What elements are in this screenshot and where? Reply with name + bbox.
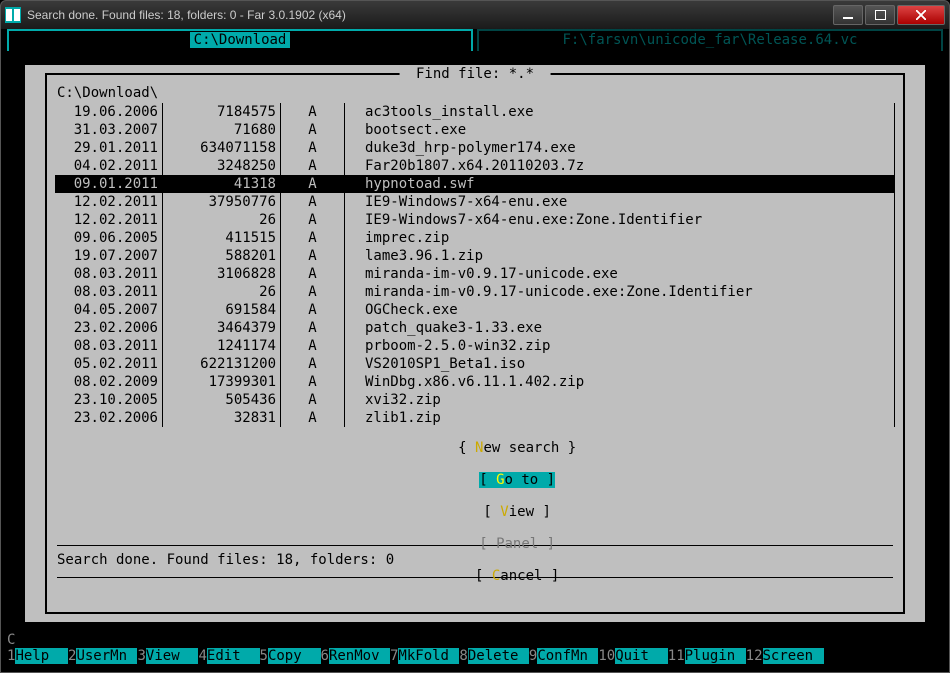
result-row[interactable]: 19.06.20067184575Aac3tools_install.exe (55, 103, 895, 121)
result-row[interactable]: 05.02.2011622131200AVS2010SP1_Beta1.iso (55, 355, 895, 373)
fkey-6[interactable]: 6RenMov (321, 648, 390, 666)
fkey-1[interactable]: 1Help (7, 648, 68, 666)
result-row[interactable]: 31.03.200771680Abootsect.exe (55, 121, 895, 139)
result-row[interactable]: 09.01.201141318Ahypnotoad.swf (55, 175, 895, 193)
result-row[interactable]: 08.02.200917399301AWinDbg.x86.v6.11.1.40… (55, 373, 895, 391)
fkey-8[interactable]: 8Delete (459, 648, 528, 666)
result-row[interactable]: 04.02.20113248250AFar20b1807.x64.2011020… (55, 157, 895, 175)
function-key-bar[interactable]: 1Help 2UserMn 3View 4Edit 5Copy 6RenMov … (7, 648, 943, 666)
new-search-button[interactable]: { New search } (458, 440, 576, 456)
result-row[interactable]: 12.02.201137950776AIE9-Windows7-x64-enu.… (55, 193, 895, 211)
titlebar[interactable]: Search done. Found files: 18, folders: 0… (1, 1, 949, 29)
minimize-button[interactable] (833, 5, 863, 25)
find-file-dialog: Find file: *.* C:\Download\ 19.06.200671… (25, 65, 925, 622)
fkey-4[interactable]: 4Edit (198, 648, 259, 666)
result-row[interactable]: 09.06.2005411515Aimprec.zip (55, 229, 895, 247)
results-list[interactable]: 19.06.20067184575Aac3tools_install.exe31… (55, 103, 895, 427)
fkey-5[interactable]: 5Copy (260, 648, 321, 666)
result-row[interactable]: 23.02.20063464379Apatch_quake3-1.33.exe (55, 319, 895, 337)
close-button[interactable] (897, 5, 945, 25)
window-controls (833, 5, 945, 25)
app-icon (5, 7, 21, 23)
fkey-2[interactable]: 2UserMn (68, 648, 137, 666)
fkey-12[interactable]: 12Screen (746, 648, 824, 666)
result-row[interactable]: 23.10.2005505436Axvi32.zip (55, 391, 895, 409)
maximize-button[interactable] (865, 5, 895, 25)
result-row[interactable]: 08.03.20113106828Amiranda-im-v0.9.17-uni… (55, 265, 895, 283)
right-panel-path[interactable]: F:\farsvn\unicode_far\Release.64.vc (477, 29, 943, 51)
search-path: C:\Download\ (57, 85, 158, 101)
left-panel-path[interactable]: C:\Download (7, 29, 473, 51)
fkey-11[interactable]: 11Plugin (668, 648, 746, 666)
fkey-10[interactable]: 10Quit (598, 648, 667, 666)
goto-button[interactable]: [ Go to ] (479, 472, 555, 488)
result-row[interactable]: 19.07.2007588201Alame3.96.1.zip (55, 247, 895, 265)
result-row[interactable]: 08.03.20111241174Aprboom-2.5.0-win32.zip (55, 337, 895, 355)
view-button[interactable]: [ View ] (483, 504, 550, 520)
result-row[interactable]: 04.05.2007691584AOGCheck.exe (55, 301, 895, 319)
window-title: Search done. Found files: 18, folders: 0… (27, 8, 833, 22)
app-window: Search done. Found files: 18, folders: 0… (0, 0, 950, 673)
terminal-area: C:\Download F:\farsvn\unicode_far\Releas… (7, 29, 943, 666)
dialog-title: Find file: *.* (400, 66, 551, 82)
fkey-3[interactable]: 3View (137, 648, 198, 666)
cmdline-prompt: C (7, 632, 15, 648)
result-row[interactable]: 12.02.201126AIE9-Windows7-x64-enu.exe:Zo… (55, 211, 895, 229)
dialog-button-row: { New search } [ Go to ] [ View ] [ Pane… (47, 424, 903, 600)
result-row[interactable]: 29.01.2011634071158Aduke3d_hrp-polymer17… (55, 139, 895, 157)
panel-headers: C:\Download F:\farsvn\unicode_far\Releas… (7, 29, 943, 51)
fkey-9[interactable]: 9ConfMn (529, 648, 598, 666)
panel-button[interactable]: [ Panel ] (479, 536, 555, 552)
result-row[interactable]: 08.03.201126Amiranda-im-v0.9.17-unicode.… (55, 283, 895, 301)
fkey-7[interactable]: 7MkFold (390, 648, 459, 666)
cancel-button[interactable]: [ Cancel ] (475, 568, 559, 584)
dialog-frame: Find file: *.* C:\Download\ 19.06.200671… (45, 73, 905, 614)
